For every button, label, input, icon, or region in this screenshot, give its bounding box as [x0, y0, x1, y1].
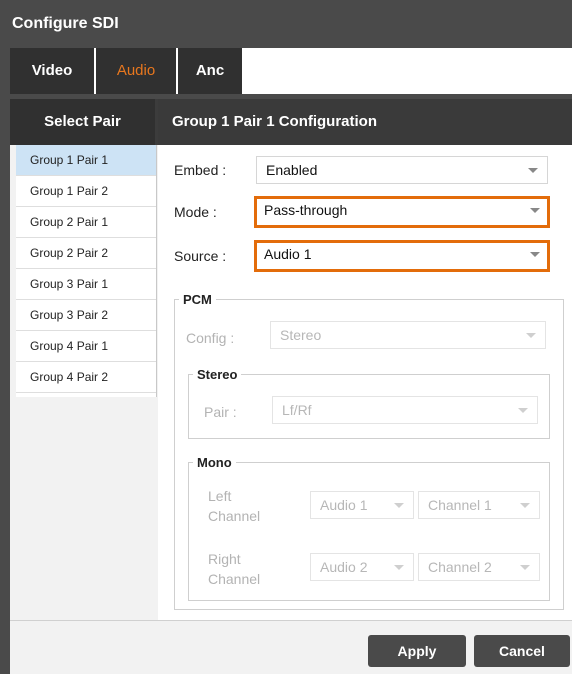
- chevron-down-icon: [520, 565, 530, 570]
- apply-button[interactable]: Apply: [368, 635, 466, 667]
- chevron-down-icon: [530, 252, 540, 257]
- right-channel-label-line2: Channel: [208, 571, 261, 587]
- stereo-pair-select[interactable]: Lf/Rf: [272, 396, 538, 424]
- configure-sdi-dialog: Configure SDI Video Audio Anc Select Pai…: [0, 0, 572, 674]
- tab-video[interactable]: Video: [10, 48, 94, 94]
- select-pair-heading: Select Pair: [10, 99, 155, 145]
- chevron-down-icon: [518, 408, 528, 413]
- chevron-down-icon: [530, 208, 540, 213]
- source-select[interactable]: Audio 1: [254, 240, 550, 272]
- chevron-down-icon: [394, 503, 404, 508]
- stereo-pair-label: Pair :: [204, 404, 237, 420]
- left-audio-value: Audio 1: [320, 497, 368, 513]
- mode-value: Pass-through: [264, 202, 348, 218]
- right-channel-value: Channel 2: [428, 559, 492, 575]
- left-channel-label-line2: Channel: [208, 508, 261, 524]
- pair-item-group-3-pair-1[interactable]: Group 3 Pair 1: [16, 269, 156, 300]
- pcm-legend: PCM: [183, 292, 212, 307]
- chevron-down-icon: [394, 565, 404, 570]
- mode-select[interactable]: Pass-through: [254, 196, 550, 228]
- pcm-config-label: Config :: [186, 330, 235, 346]
- stereo-legend: Stereo: [197, 367, 238, 382]
- configuration-panel: Embed : Enabled Mode : Pass-through Sour…: [158, 145, 572, 620]
- left-channel-label-line1: Left: [208, 488, 232, 504]
- pair-item-group-2-pair-2[interactable]: Group 2 Pair 2: [16, 238, 156, 269]
- left-audio-select[interactable]: Audio 1: [310, 491, 414, 519]
- configuration-heading: Group 1 Pair 1 Configuration: [158, 99, 572, 145]
- left-channel-select[interactable]: Channel 1: [418, 491, 540, 519]
- cancel-button[interactable]: Cancel: [474, 635, 570, 667]
- right-channel-label-line1: Right: [208, 551, 241, 567]
- source-label: Source :: [174, 248, 227, 264]
- tab-anc[interactable]: Anc: [178, 48, 242, 94]
- chevron-down-icon: [528, 168, 538, 173]
- dialog-footer: Apply Cancel: [10, 620, 572, 674]
- pcm-config-value: Stereo: [280, 327, 322, 343]
- right-audio-value: Audio 2: [320, 559, 368, 575]
- pair-item-group-1-pair-1[interactable]: Group 1 Pair 1: [16, 145, 156, 176]
- mono-legend: Mono: [197, 455, 232, 470]
- pair-item-group-3-pair-2[interactable]: Group 3 Pair 2: [16, 300, 156, 331]
- right-channel-select[interactable]: Channel 2: [418, 553, 540, 581]
- tab-audio[interactable]: Audio: [96, 48, 176, 94]
- pcm-config-select[interactable]: Stereo: [270, 321, 546, 349]
- pair-list: Group 1 Pair 1 Group 1 Pair 2 Group 2 Pa…: [16, 145, 157, 397]
- pair-item-group-2-pair-1[interactable]: Group 2 Pair 1: [16, 207, 156, 238]
- pair-item-group-4-pair-2[interactable]: Group 4 Pair 2: [16, 362, 156, 393]
- dialog-title: Configure SDI: [0, 0, 572, 48]
- tab-strip: Video Audio Anc: [10, 48, 572, 94]
- chevron-down-icon: [520, 503, 530, 508]
- stereo-pair-value: Lf/Rf: [282, 402, 312, 418]
- embed-value: Enabled: [266, 162, 318, 178]
- embed-select[interactable]: Enabled: [256, 156, 548, 184]
- source-value: Audio 1: [264, 246, 312, 262]
- pair-item-group-1-pair-2[interactable]: Group 1 Pair 2: [16, 176, 156, 207]
- mode-label: Mode :: [174, 204, 217, 220]
- chevron-down-icon: [526, 333, 536, 338]
- section-header-row: Select Pair Group 1 Pair 1 Configuration: [10, 99, 572, 145]
- pair-item-group-4-pair-1[interactable]: Group 4 Pair 1: [16, 331, 156, 362]
- left-channel-value: Channel 1: [428, 497, 492, 513]
- embed-label: Embed :: [174, 162, 227, 178]
- right-audio-select[interactable]: Audio 2: [310, 553, 414, 581]
